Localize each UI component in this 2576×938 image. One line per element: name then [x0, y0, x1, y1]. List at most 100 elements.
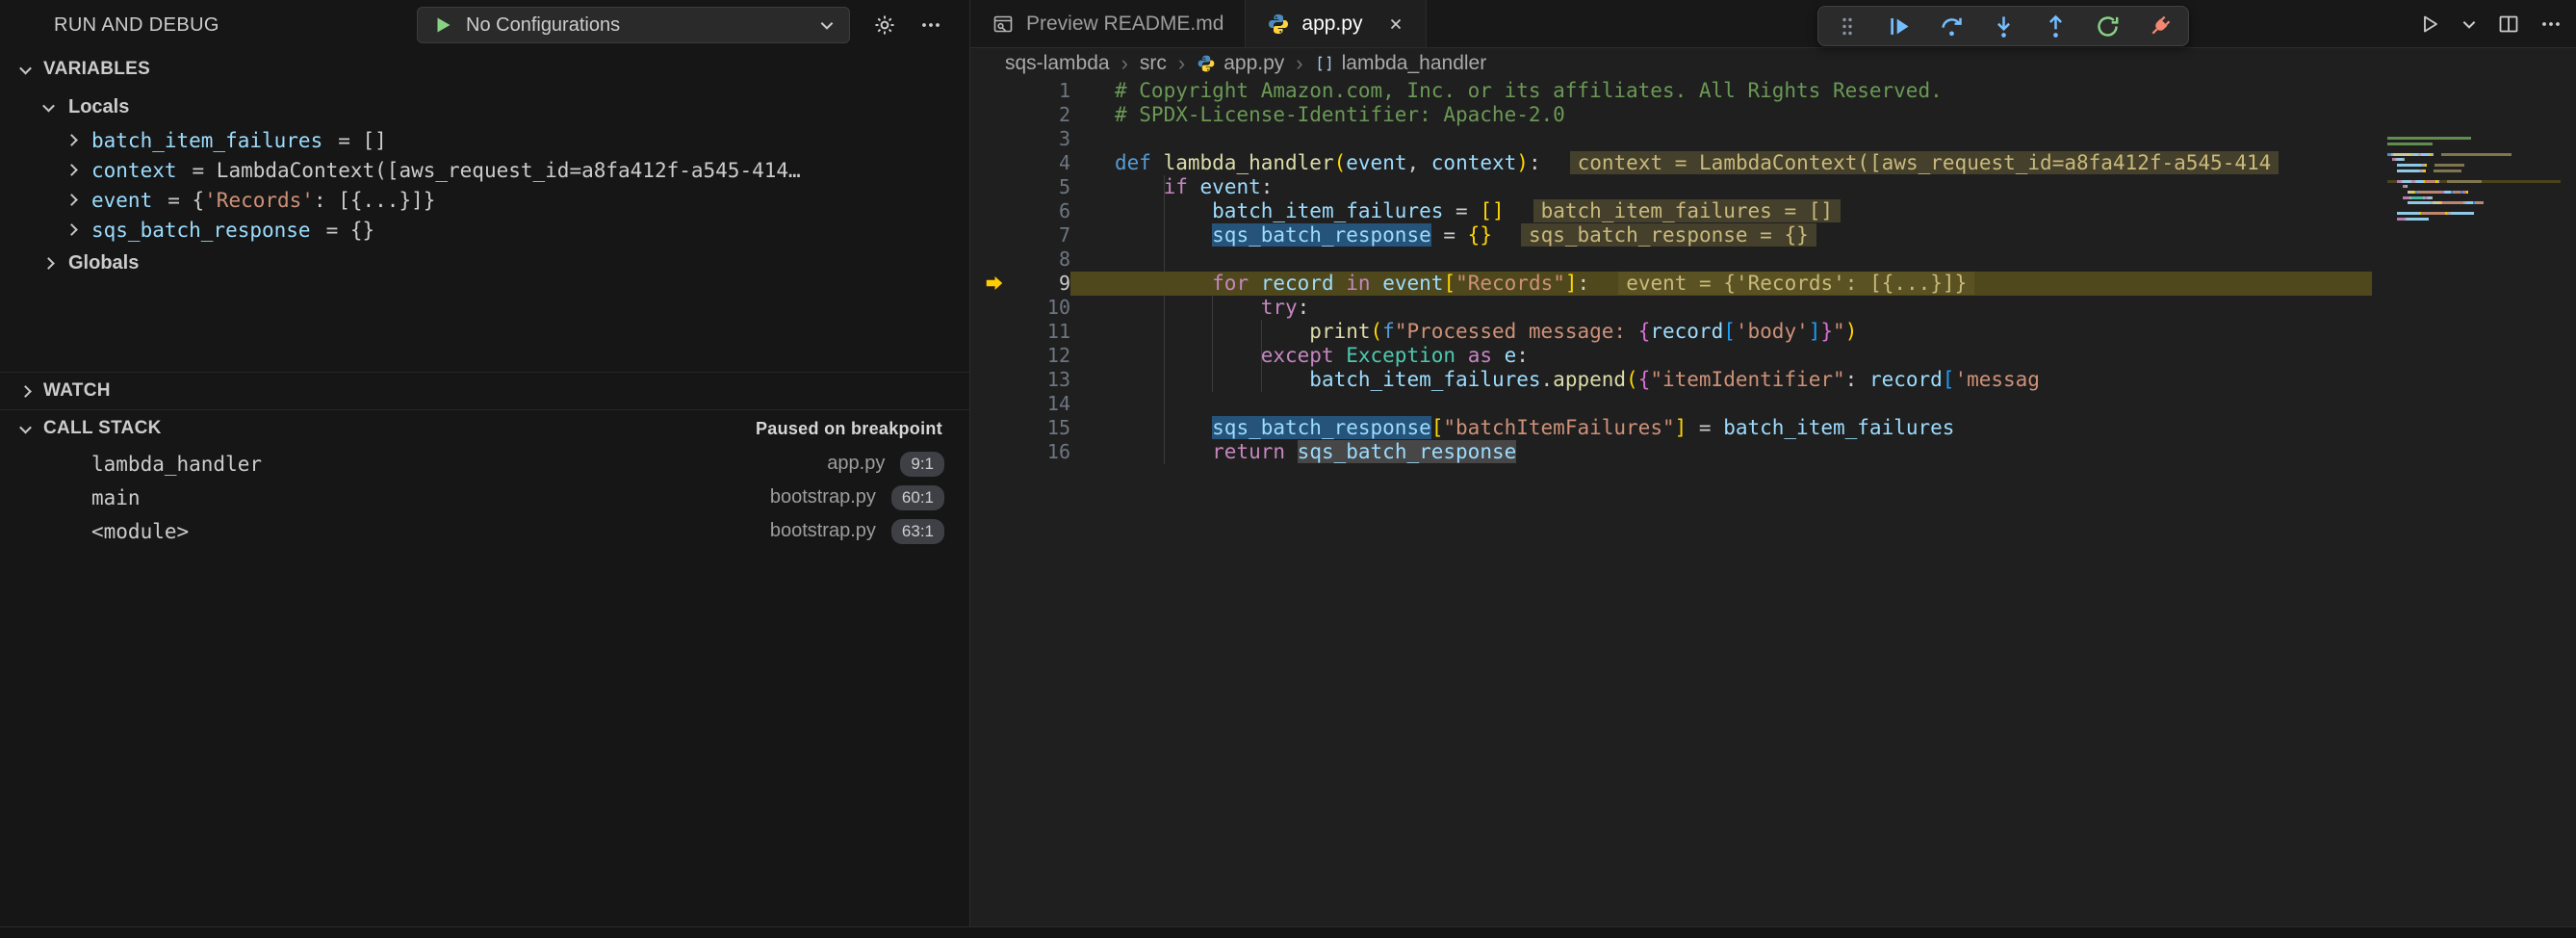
line-content — [1070, 392, 2372, 416]
breakpoint-gutter[interactable] — [970, 175, 1013, 199]
stack-frame[interactable]: mainbootstrap.py60:1 — [0, 481, 969, 514]
breadcrumb-item-sqs-lambda[interactable]: sqs-lambda — [1005, 52, 1110, 75]
breakpoint-gutter[interactable] — [970, 368, 1013, 392]
code-line-12[interactable]: 12 except Exception as e: — [970, 344, 2576, 368]
tab-app-py[interactable]: app.py — [1246, 0, 1427, 47]
breakpoint-gutter[interactable] — [970, 248, 1013, 272]
toolbar-drag-handle[interactable] — [1828, 9, 1867, 43]
breakpoint-gutter[interactable] — [970, 344, 1013, 368]
execution-pointer-gutter[interactable] — [970, 272, 1013, 296]
step-out-button[interactable] — [2036, 9, 2074, 43]
close-icon[interactable] — [1387, 15, 1404, 33]
step-over-button[interactable] — [1932, 9, 1971, 43]
code-line-6[interactable]: 6 batch_item_failures = []batch_item_fai… — [970, 199, 2576, 223]
code-line-15[interactable]: 15 sqs_batch_response["batchItemFailures… — [970, 416, 2576, 440]
breakpoint-gutter[interactable] — [970, 103, 1013, 127]
code-line-1[interactable]: 1# Copyright Amazon.com, Inc. or its aff… — [970, 79, 2576, 103]
panel-divider — [0, 926, 2576, 938]
call-stack-section-title: CALL STACK — [43, 418, 162, 439]
minimap-line — [2387, 143, 2561, 145]
line-content: # Copyright Amazon.com, Inc. or its affi… — [1070, 79, 2372, 103]
tab-label: app.py — [1301, 13, 1362, 36]
code-line-14[interactable]: 14 — [970, 392, 2576, 416]
debug-config-dropdown[interactable]: No Configurations — [417, 7, 850, 43]
stack-frame[interactable]: <module>bootstrap.py63:1 — [0, 514, 969, 548]
code-line-5[interactable]: 5 if event: — [970, 175, 2576, 199]
code-line-8[interactable]: 8 — [970, 248, 2576, 272]
breakpoint-gutter[interactable] — [970, 392, 1013, 416]
breadcrumb-item-app-py[interactable]: app.py — [1197, 52, 1284, 75]
scope-globals[interactable]: Globals — [0, 245, 969, 281]
code-line-7[interactable]: 7 sqs_batch_response = {}sqs_batch_respo… — [970, 223, 2576, 248]
code-line-9[interactable]: 9 for record in event["Records"]:event =… — [970, 272, 2576, 296]
variable-sqs_batch_response[interactable]: sqs_batch_response= {} — [0, 215, 969, 245]
continue-button[interactable] — [1880, 9, 1919, 43]
run-python-file-button[interactable] — [2418, 13, 2441, 36]
call-stack-section-header[interactable]: CALL STACK Paused on breakpoint — [0, 410, 969, 447]
inline-debug-value: batch_item_failures = [] — [1533, 199, 1841, 222]
code-line-3[interactable]: 3 — [970, 127, 2576, 151]
chevron-right-icon — [65, 164, 78, 176]
chevron-down-icon — [42, 99, 55, 112]
continue-icon — [1887, 13, 1913, 39]
code-line-13[interactable]: 13 batch_item_failures.append({"itemIden… — [970, 368, 2576, 392]
variable-name: batch_item_failures — [91, 129, 322, 152]
code-line-11[interactable]: 11 print(f"Processed message: {record['b… — [970, 320, 2576, 344]
split-editor-button[interactable] — [2497, 13, 2520, 36]
variables-section-header[interactable]: VARIABLES — [0, 50, 969, 89]
editor-more-actions-button[interactable] — [2539, 13, 2563, 36]
inline-debug-value: sqs_batch_response = {} — [1521, 223, 1816, 247]
code-line-10[interactable]: 10 try: — [970, 296, 2576, 320]
call-stack-body: lambda_handlerapp.py9:1mainbootstrap.py6… — [0, 447, 969, 548]
breakpoint-gutter[interactable] — [970, 199, 1013, 223]
variable-context[interactable]: context= LambdaContext([aws_request_id=a… — [0, 155, 969, 185]
sidebar-more-actions-button[interactable] — [919, 13, 942, 37]
code-lines: 1# Copyright Amazon.com, Inc. or its aff… — [970, 79, 2576, 464]
breakpoint-gutter[interactable] — [970, 440, 1013, 464]
frame-file: app.py — [827, 453, 885, 475]
debug-settings-button[interactable] — [873, 13, 896, 37]
code-line-16[interactable]: 16 return sqs_batch_response — [970, 440, 2576, 464]
variable-event[interactable]: event= {'Records': [{...}]} — [0, 185, 969, 215]
breakpoint-gutter[interactable] — [970, 223, 1013, 248]
step-into-button[interactable] — [1984, 9, 2022, 43]
code-line-2[interactable]: 2# SPDX-License-Identifier: Apache-2.0 — [970, 103, 2576, 127]
chevron-right-icon — [65, 223, 78, 236]
frame-location: app.py9:1 — [827, 452, 944, 477]
config-dropdown-label: No Configurations — [466, 14, 807, 37]
restart-button[interactable] — [2088, 9, 2126, 43]
breadcrumb-label: lambda_handler — [1342, 52, 1487, 75]
variable-batch_item_failures[interactable]: batch_item_failures= [] — [0, 125, 969, 155]
minimap-line — [2387, 137, 2561, 140]
run-dropdown-button[interactable] — [2460, 15, 2478, 33]
chevron-down-icon — [19, 421, 32, 433]
breakpoint-gutter[interactable] — [970, 127, 1013, 151]
breakpoint-gutter[interactable] — [970, 416, 1013, 440]
tab-preview-readme-md[interactable]: Preview README.md — [970, 0, 1246, 47]
line-number: 8 — [1013, 248, 1070, 272]
line-content: except Exception as e: — [1070, 344, 2372, 368]
breakpoint-gutter[interactable] — [970, 320, 1013, 344]
disconnect-button[interactable] — [2140, 9, 2178, 43]
python-icon — [1267, 13, 1290, 36]
breadcrumb-item-lambda-handler[interactable]: lambda_handler — [1315, 52, 1487, 75]
vscode-window: RUN AND DEBUG No Configurations — [0, 0, 2576, 926]
scope-locals[interactable]: Locals — [0, 89, 969, 125]
breakpoint-gutter[interactable] — [970, 79, 1013, 103]
line-number: 3 — [1013, 127, 1070, 151]
watch-section-header[interactable]: WATCH — [0, 373, 969, 409]
code-area: 1# Copyright Amazon.com, Inc. or its aff… — [970, 79, 2576, 926]
editor-area: Preview README.mdapp.py sqs-lambda›src›a… — [970, 0, 2576, 926]
breadcrumb-item-src[interactable]: src — [1140, 52, 1167, 75]
gear-icon — [873, 13, 896, 37]
chevron-right-icon — [19, 385, 32, 398]
code-line-4[interactable]: 4def lambda_handler(event, context):cont… — [970, 151, 2576, 175]
line-number: 9 — [1013, 272, 1070, 296]
breakpoint-gutter[interactable] — [970, 151, 1013, 175]
frame-file: bootstrap.py — [770, 486, 876, 508]
breakpoint-gutter[interactable] — [970, 296, 1013, 320]
line-content: def lambda_handler(event, context):conte… — [1070, 151, 2372, 175]
paused-status: Paused on breakpoint — [756, 419, 942, 439]
minimap[interactable] — [2387, 137, 2561, 223]
stack-frame[interactable]: lambda_handlerapp.py9:1 — [0, 447, 969, 481]
